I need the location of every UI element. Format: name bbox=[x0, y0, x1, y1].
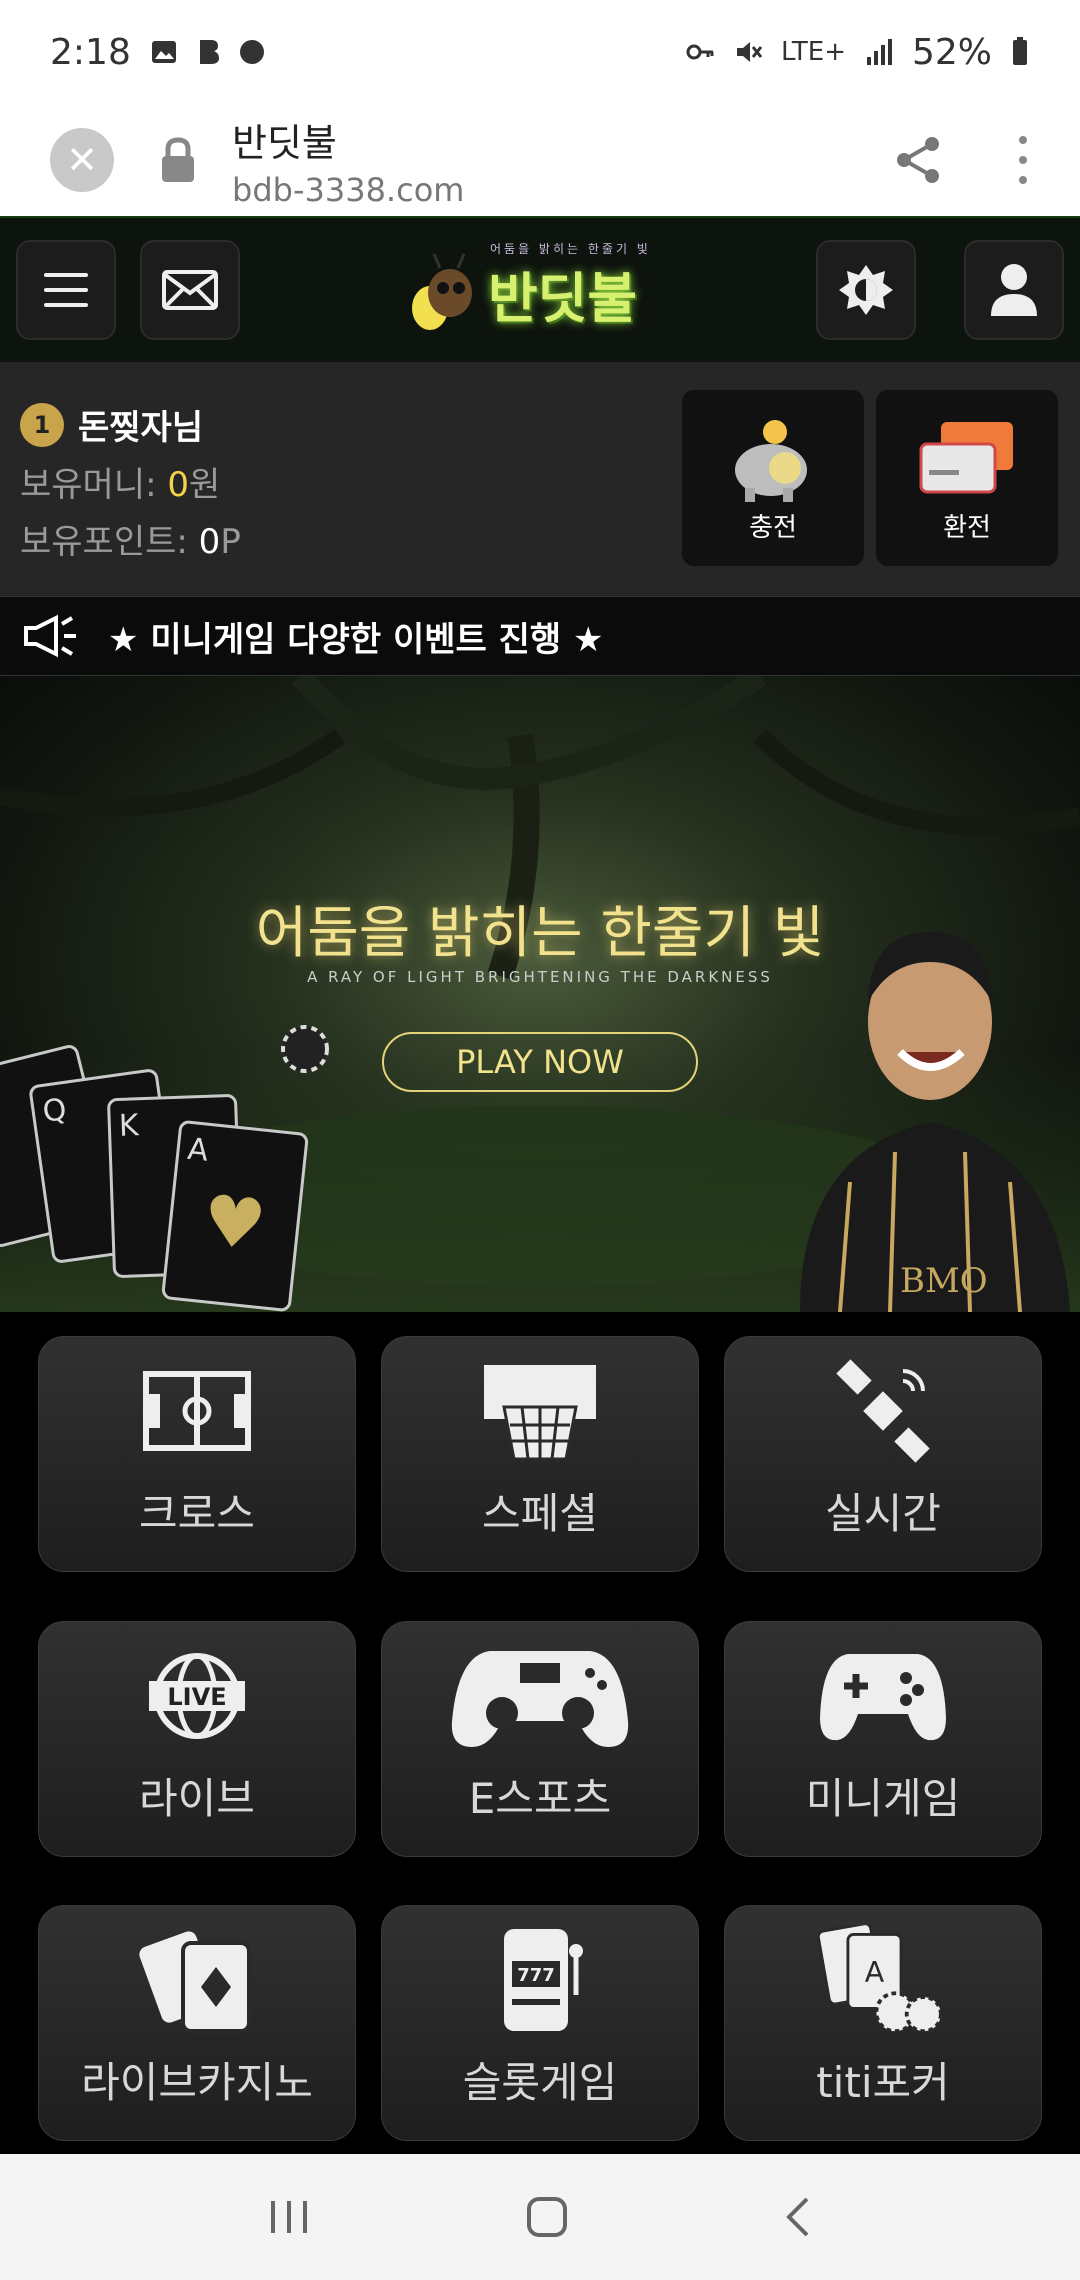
battery-icon bbox=[1013, 37, 1027, 65]
announcement-bar[interactable]: ★ 미니게임 다양한 이벤트 진행 ★ bbox=[0, 596, 1080, 676]
menu-tile-special[interactable]: 스페셜 bbox=[381, 1336, 699, 1572]
svg-text:LIVE: LIVE bbox=[167, 1683, 226, 1711]
withdraw-label: 환전 bbox=[943, 513, 991, 543]
svg-text:BMO: BMO bbox=[900, 1261, 988, 1301]
points-value: 0 bbox=[198, 522, 221, 562]
logo-text: 반딧불 bbox=[488, 266, 638, 330]
football-player-image: BMO bbox=[800, 932, 1070, 1312]
logo-tagline: 어둠을 밝히는 한줄기 빛 bbox=[490, 242, 651, 256]
money-value: 0 bbox=[167, 465, 190, 505]
user-name: 돈찢자님 bbox=[78, 408, 204, 448]
gallery-icon bbox=[151, 41, 176, 63]
key-icon bbox=[686, 44, 714, 60]
cloud-icon bbox=[239, 40, 264, 64]
page-url: bdb-3338.com bbox=[232, 170, 465, 209]
menu-tile-live-betting[interactable]: 실시간 bbox=[724, 1336, 1042, 1572]
points-row: 보유포인트: 0P bbox=[20, 514, 241, 563]
menu-tile-slot[interactable]: 777 슬롯게임 bbox=[381, 1905, 699, 2142]
svg-text:A: A bbox=[865, 1956, 885, 1989]
menu-label: 실시간 bbox=[825, 1489, 941, 1538]
menu-label: 미니게임 bbox=[805, 1773, 961, 1823]
page-title: 반딧불 bbox=[232, 120, 337, 165]
gamepad-icon bbox=[451, 1650, 629, 1747]
user-info: 1 돈찢자님 보유머니: 0원 보유포인트: 0P bbox=[20, 400, 241, 563]
mute-icon bbox=[736, 42, 763, 62]
basketball-hoop-icon bbox=[484, 1365, 596, 1461]
browser-toolbar: ✕ 반딧불 bdb-3338.com bbox=[0, 104, 1080, 216]
recent-apps-icon[interactable] bbox=[267, 2197, 311, 2237]
theme-toggle-button[interactable] bbox=[816, 240, 916, 340]
playing-card-icon: A ♥ bbox=[160, 1119, 310, 1312]
points-label: 보유포인트: bbox=[20, 522, 188, 562]
profile-button[interactable] bbox=[964, 240, 1064, 340]
b-app-icon bbox=[199, 40, 219, 64]
casino-chip-icon bbox=[281, 1025, 329, 1073]
close-tab-button[interactable]: ✕ bbox=[50, 128, 114, 192]
game-menu-grid: 크로스 스페셜 실시간 LIVE 라이브 E스포츠 미니게임 라이브카지노 77… bbox=[38, 1336, 1042, 2156]
menu-tile-live[interactable]: LIVE 라이브 bbox=[38, 1620, 356, 1857]
menu-tile-esports[interactable]: E스포츠 bbox=[381, 1620, 699, 1857]
megaphone-icon bbox=[24, 614, 76, 658]
message-button[interactable] bbox=[140, 240, 240, 340]
menu-label: 라이브 bbox=[139, 1773, 255, 1823]
promo-banner[interactable]: J Q K A♥ 어둠을 밝히는 한줄기 빛 A RAY OF LIGHT BR… bbox=[0, 676, 1080, 1312]
playing-cards-icon bbox=[139, 1931, 251, 2034]
hamburger-icon bbox=[44, 273, 88, 307]
money-unit: 원 bbox=[189, 465, 221, 505]
credit-cards-icon bbox=[919, 422, 1013, 494]
status-time: 2:18 bbox=[50, 31, 131, 73]
menu-tile-titi-poker[interactable]: A titi포커 bbox=[724, 1905, 1042, 2142]
satellite-icon bbox=[836, 1359, 930, 1463]
menu-tile-live-casino[interactable]: 라이브카지노 bbox=[38, 1905, 356, 2142]
site-header: 어둠을 밝히는 한줄기 빛 반딧불 bbox=[0, 216, 1080, 362]
menu-button[interactable] bbox=[16, 240, 116, 340]
menu-label: 크로스 bbox=[139, 1489, 255, 1538]
slot-machine-icon: 777 bbox=[504, 1929, 583, 2032]
svg-text:777: 777 bbox=[517, 1965, 555, 1986]
mail-icon bbox=[162, 270, 218, 310]
status-bar: 2:18 LTE+ 52% bbox=[0, 0, 1080, 104]
menu-label: 라이브카지노 bbox=[81, 2058, 313, 2108]
rank-badge: 1 bbox=[20, 402, 64, 447]
more-options-button[interactable] bbox=[1016, 136, 1030, 184]
deposit-button[interactable]: 충전 bbox=[682, 390, 864, 566]
piggy-bank-icon bbox=[735, 420, 807, 502]
menu-tile-cross[interactable]: 크로스 bbox=[38, 1336, 356, 1572]
url-display[interactable]: 반딧불 bdb-3338.com bbox=[232, 112, 464, 209]
network-type: LTE+ bbox=[780, 37, 846, 67]
share-icon[interactable] bbox=[890, 132, 946, 188]
firefly-mascot-icon bbox=[412, 253, 472, 330]
menu-label: 스페셜 bbox=[482, 1489, 598, 1538]
home-icon[interactable] bbox=[525, 2195, 569, 2239]
battery-percent: 52% bbox=[911, 31, 992, 73]
live-globe-icon: LIVE bbox=[149, 1652, 245, 1739]
brightness-icon bbox=[839, 265, 893, 315]
play-now-button[interactable]: PLAY NOW bbox=[382, 1032, 698, 1092]
user-name-row: 1 돈찢자님 bbox=[20, 400, 241, 449]
withdraw-button[interactable]: 환전 bbox=[876, 390, 1058, 566]
gamepad-small-icon bbox=[820, 1653, 946, 1740]
announcement-text: ★ 미니게임 다양한 이벤트 진행 ★ bbox=[108, 619, 604, 660]
money-label: 보유머니: bbox=[20, 465, 157, 505]
back-icon[interactable] bbox=[783, 2195, 813, 2239]
points-unit: P bbox=[220, 522, 241, 562]
menu-label: titi포커 bbox=[816, 2058, 950, 2108]
menu-tile-minigame[interactable]: 미니게임 bbox=[724, 1620, 1042, 1857]
signal-icon bbox=[866, 39, 892, 65]
close-icon: ✕ bbox=[66, 138, 98, 182]
soccer-field-icon bbox=[143, 1371, 251, 1451]
poker-chips-icon: A bbox=[818, 1925, 943, 2034]
user-panel: 1 돈찢자님 보유머니: 0원 보유포인트: 0P 충전 환전 bbox=[0, 362, 1080, 596]
user-icon bbox=[991, 264, 1037, 316]
system-navigation-bar bbox=[0, 2154, 1080, 2280]
site-logo[interactable]: 어둠을 밝히는 한줄기 빛 반딧불 bbox=[410, 238, 680, 348]
lock-icon[interactable] bbox=[158, 136, 198, 184]
menu-label: 슬롯게임 bbox=[462, 2058, 618, 2108]
menu-label: E스포츠 bbox=[468, 1773, 612, 1823]
deposit-label: 충전 bbox=[749, 513, 797, 543]
money-row: 보유머니: 0원 bbox=[20, 457, 241, 506]
